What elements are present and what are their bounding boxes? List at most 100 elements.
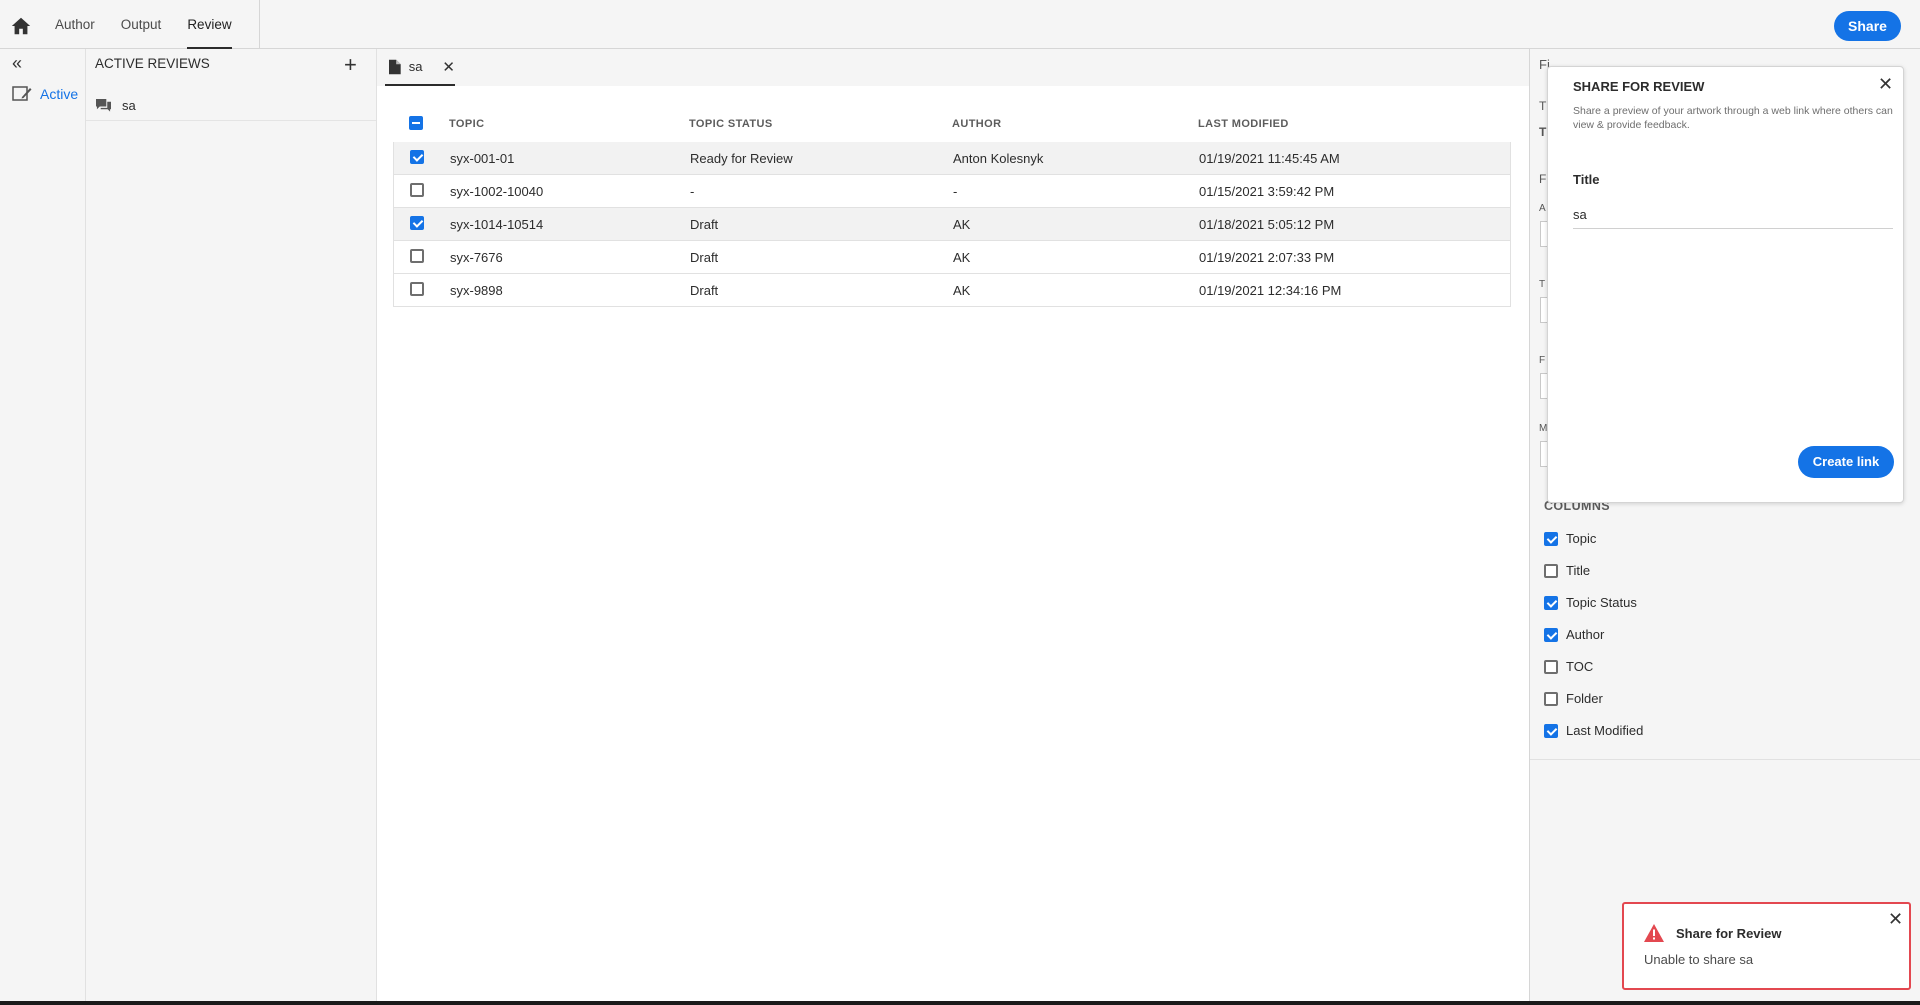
cell-topic: syx-1002-10040 [450, 183, 544, 199]
file-icon [389, 59, 401, 74]
checkbox[interactable] [1544, 595, 1558, 610]
label-fragment: T [1539, 99, 1547, 113]
column-toggle-topic-status[interactable]: Topic Status [1544, 595, 1637, 610]
cell-modified: 01/19/2021 2:07:33 PM [1199, 249, 1335, 265]
column-toggle-title[interactable]: Title [1544, 563, 1590, 578]
column-toggle-toc[interactable]: TOC [1544, 659, 1593, 674]
cell-status: - [690, 183, 695, 199]
row-checkbox[interactable] [410, 149, 424, 164]
left-rail: « Active [0, 49, 86, 1001]
cell-topic: syx-001-01 [450, 150, 515, 166]
checkbox[interactable] [1544, 627, 1558, 642]
cell-status: Draft [690, 282, 719, 298]
cell-modified: 01/19/2021 11:45:45 AM [1199, 150, 1340, 166]
add-review-button[interactable]: + [344, 54, 357, 76]
column-header-topic-status[interactable]: TOPIC STATUS [689, 118, 952, 130]
checkbox[interactable] [1544, 531, 1558, 546]
column-header-last-modified[interactable]: LAST MODIFIED [1198, 118, 1498, 130]
table-header: TOPIC TOPIC STATUS AUTHOR LAST MODIFIED [393, 106, 1511, 142]
rail-item-active[interactable]: Active [12, 85, 78, 103]
close-tab-icon[interactable]: ✕ [442, 58, 455, 76]
top-bar: Author Output Review Share [0, 0, 1920, 49]
column-header-author[interactable]: AUTHOR [952, 118, 1198, 130]
document-tabs: sa ✕ [377, 49, 1529, 86]
cell-topic: syx-7676 [450, 249, 503, 265]
tab-author[interactable]: Author [42, 0, 108, 49]
title-field[interactable] [1573, 201, 1893, 229]
alert-icon [1644, 924, 1664, 942]
label-fragment: T [1539, 125, 1547, 139]
checkbox[interactable] [1544, 691, 1558, 706]
table-row[interactable]: syx-001-01 Ready for Review Anton Kolesn… [393, 142, 1511, 175]
share-button[interactable]: Share [1834, 11, 1901, 41]
cell-modified: 01/19/2021 12:34:16 PM [1199, 282, 1342, 298]
popover-title: SHARE FOR REVIEW [1573, 79, 1705, 94]
cell-author: AK [953, 282, 971, 298]
cell-modified: 01/15/2021 3:59:42 PM [1199, 183, 1335, 199]
cell-modified: 01/18/2021 5:05:12 PM [1199, 216, 1335, 232]
create-link-button[interactable]: Create link [1798, 446, 1894, 478]
row-checkbox[interactable] [410, 281, 424, 296]
cell-status: Draft [690, 249, 719, 265]
share-for-review-popover: SHARE FOR REVIEW ✕ Share a preview of yo… [1547, 66, 1904, 503]
column-toggle-label: Topic Status [1566, 595, 1637, 610]
top-nav: Author Output Review [42, 0, 260, 49]
divider [1530, 759, 1920, 760]
bottom-edge [0, 1001, 1920, 1005]
column-toggle-label: TOC [1566, 659, 1594, 674]
comments-icon [96, 98, 111, 112]
row-checkbox[interactable] [410, 248, 424, 263]
cell-status: Ready for Review [690, 150, 793, 166]
column-toggle-label: Title [1566, 563, 1591, 578]
close-icon[interactable]: ✕ [1888, 909, 1903, 930]
cell-author: AK [953, 216, 971, 232]
close-icon[interactable]: ✕ [1878, 74, 1893, 95]
toast-message: Unable to share sa [1644, 952, 1754, 967]
tab-review[interactable]: Review [174, 0, 244, 49]
column-toggle-label: Topic [1566, 531, 1597, 546]
column-toggle-label: Folder [1566, 691, 1603, 706]
checkbox[interactable] [1544, 563, 1558, 578]
table-row[interactable]: syx-1002-10040 - - 01/15/2021 3:59:42 PM [393, 175, 1511, 208]
checkbox[interactable] [1544, 723, 1558, 738]
label-fragment: A [1539, 203, 1546, 214]
rail-item-label: Active [40, 86, 79, 102]
topics-table: TOPIC TOPIC STATUS AUTHOR LAST MODIFIED … [393, 106, 1511, 307]
column-toggle-label: Last Modified [1566, 723, 1644, 738]
review-list-item[interactable]: sa [86, 91, 376, 121]
cell-topic: syx-1014-10514 [450, 216, 544, 232]
label-fragment: T [1539, 279, 1546, 290]
main-area: sa ✕ TOPIC TOPIC STATUS AUTHOR LAST MODI… [377, 49, 1529, 1001]
column-toggle-folder[interactable]: Folder [1544, 691, 1603, 706]
column-toggle-topic[interactable]: Topic [1544, 531, 1596, 546]
collapse-panel-icon[interactable]: « [12, 53, 22, 74]
label-fragment: F [1539, 172, 1547, 186]
review-item-label: sa [122, 98, 136, 113]
row-checkbox[interactable] [410, 182, 424, 197]
title-field-label: Title [1573, 172, 1600, 187]
cell-status: Draft [690, 216, 719, 232]
cell-author: - [953, 183, 958, 199]
document-tab-label: sa [408, 59, 423, 74]
home-icon[interactable] [10, 15, 32, 37]
table-row[interactable]: syx-9898 Draft AK 01/19/2021 12:34:16 PM [393, 274, 1511, 307]
column-toggle-author[interactable]: Author [1544, 627, 1604, 642]
toast-title: Share for Review [1676, 926, 1782, 941]
table-row[interactable]: syx-1014-10514 Draft AK 01/18/2021 5:05:… [393, 208, 1511, 241]
cell-author: AK [953, 249, 971, 265]
tab-output[interactable]: Output [108, 0, 175, 49]
column-header-topic[interactable]: TOPIC [449, 118, 689, 130]
document-tab[interactable]: sa ✕ [385, 49, 455, 86]
column-toggle-last-modified[interactable]: Last Modified [1544, 723, 1643, 738]
column-toggle-label: Author [1566, 627, 1605, 642]
checkbox[interactable] [1544, 659, 1558, 674]
review-edit-icon [12, 86, 32, 101]
panel-title: ACTIVE REVIEWS [95, 56, 210, 71]
row-checkbox[interactable] [410, 215, 424, 230]
select-all-checkbox[interactable] [409, 115, 423, 130]
active-reviews-panel: ACTIVE REVIEWS + sa [86, 49, 377, 1001]
cell-author: Anton Kolesnyk [953, 150, 1044, 166]
error-toast: Share for Review Unable to share sa ✕ [1622, 902, 1911, 990]
popover-description: Share a preview of your artwork through … [1573, 105, 1893, 131]
table-row[interactable]: syx-7676 Draft AK 01/19/2021 2:07:33 PM [393, 241, 1511, 274]
